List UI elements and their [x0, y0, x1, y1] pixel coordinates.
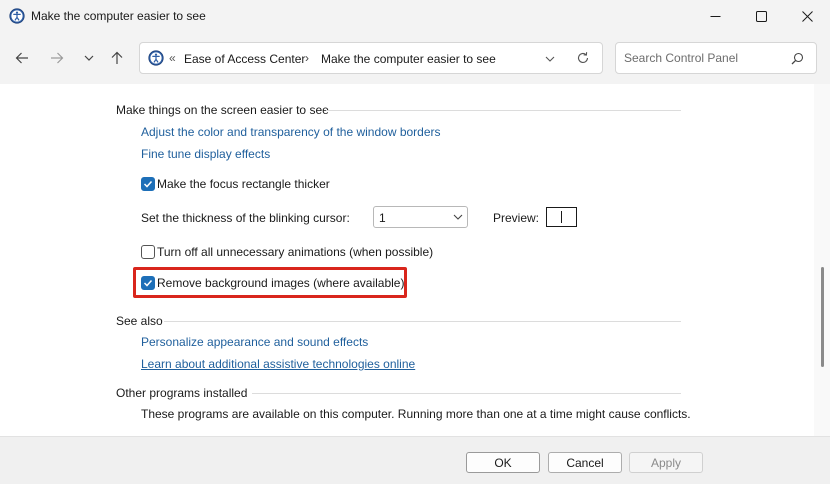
chevron-down-icon — [84, 55, 94, 61]
recent-locations-button[interactable] — [78, 47, 100, 69]
breadcrumb-ease-of-access-center[interactable]: Ease of Access Center — [184, 52, 305, 66]
apply-button[interactable]: Apply — [629, 452, 703, 473]
ok-button[interactable]: OK — [466, 452, 540, 473]
close-button[interactable] — [784, 0, 830, 32]
link-display-effects[interactable]: Fine tune display effects — [141, 147, 270, 161]
preview-label: Preview: — [493, 211, 540, 225]
cursor-thickness-value: 1 — [379, 211, 386, 225]
up-button[interactable] — [106, 47, 128, 69]
close-icon — [801, 10, 813, 22]
breadcrumb-separator[interactable]: › — [305, 51, 309, 65]
link-assistive-technologies[interactable]: Learn about additional assistive technol… — [141, 357, 415, 371]
back-button[interactable] — [11, 47, 33, 69]
checkmark-icon — [143, 279, 153, 287]
section-heading-screen: Make things on the screen easier to see — [116, 103, 329, 117]
section-divider — [164, 321, 681, 322]
focus-rectangle-label[interactable]: Make the focus rectangle thicker — [157, 177, 330, 191]
scrollbar-thumb[interactable] — [821, 267, 824, 367]
arrow-up-icon — [111, 51, 123, 64]
chevron-down-icon[interactable] — [543, 52, 557, 66]
maximize-icon — [755, 10, 767, 22]
arrow-right-icon — [51, 52, 64, 64]
section-heading-other-programs: Other programs installed — [116, 386, 248, 400]
minimize-icon — [710, 15, 720, 17]
refresh-icon[interactable] — [576, 51, 590, 65]
link-personalize[interactable]: Personalize appearance and sound effects — [141, 335, 368, 349]
vertical-scrollbar[interactable] — [814, 84, 830, 436]
window-title: Make the computer easier to see — [31, 9, 206, 23]
breadcrumb-overflow[interactable]: « — [169, 51, 176, 65]
section-divider — [252, 393, 681, 394]
search-input[interactable] — [624, 51, 784, 65]
animations-label[interactable]: Turn off all unnecessary animations (whe… — [157, 245, 433, 259]
checkmark-icon — [143, 180, 153, 188]
other-programs-text: These programs are available on this com… — [141, 407, 691, 421]
background-images-checkbox[interactable] — [141, 276, 155, 290]
link-window-border-colors[interactable]: Adjust the color and transparency of the… — [141, 125, 441, 139]
navigation-bar: « Ease of Access Center › Make the compu… — [0, 32, 830, 84]
ease-of-access-icon — [148, 50, 164, 66]
cursor-thickness-select[interactable]: 1 — [373, 206, 468, 228]
forward-button[interactable] — [46, 47, 68, 69]
cursor-thickness-label: Set the thickness of the blinking cursor… — [141, 211, 350, 225]
background-images-label[interactable]: Remove background images (where availabl… — [157, 276, 404, 290]
cancel-button[interactable]: Cancel — [548, 452, 622, 473]
ease-of-access-icon — [9, 8, 25, 24]
search-box[interactable] — [615, 42, 817, 74]
title-bar: Make the computer easier to see — [0, 0, 830, 32]
chevron-down-icon — [453, 214, 463, 220]
address-bar[interactable]: « Ease of Access Center › Make the compu… — [139, 42, 603, 74]
search-icon[interactable] — [791, 52, 804, 65]
animations-checkbox[interactable] — [141, 245, 155, 259]
arrow-left-icon — [15, 52, 28, 64]
breadcrumb-current-page[interactable]: Make the computer easier to see — [321, 52, 496, 66]
maximize-button[interactable] — [738, 0, 784, 32]
section-heading-see-also: See also — [116, 314, 163, 328]
focus-rectangle-checkbox[interactable] — [141, 177, 155, 191]
cursor-preview-caret — [561, 211, 562, 223]
minimize-button[interactable] — [692, 0, 738, 32]
cursor-preview-box — [546, 207, 577, 227]
section-divider — [326, 110, 681, 111]
dialog-footer: OK Cancel Apply — [0, 436, 830, 484]
